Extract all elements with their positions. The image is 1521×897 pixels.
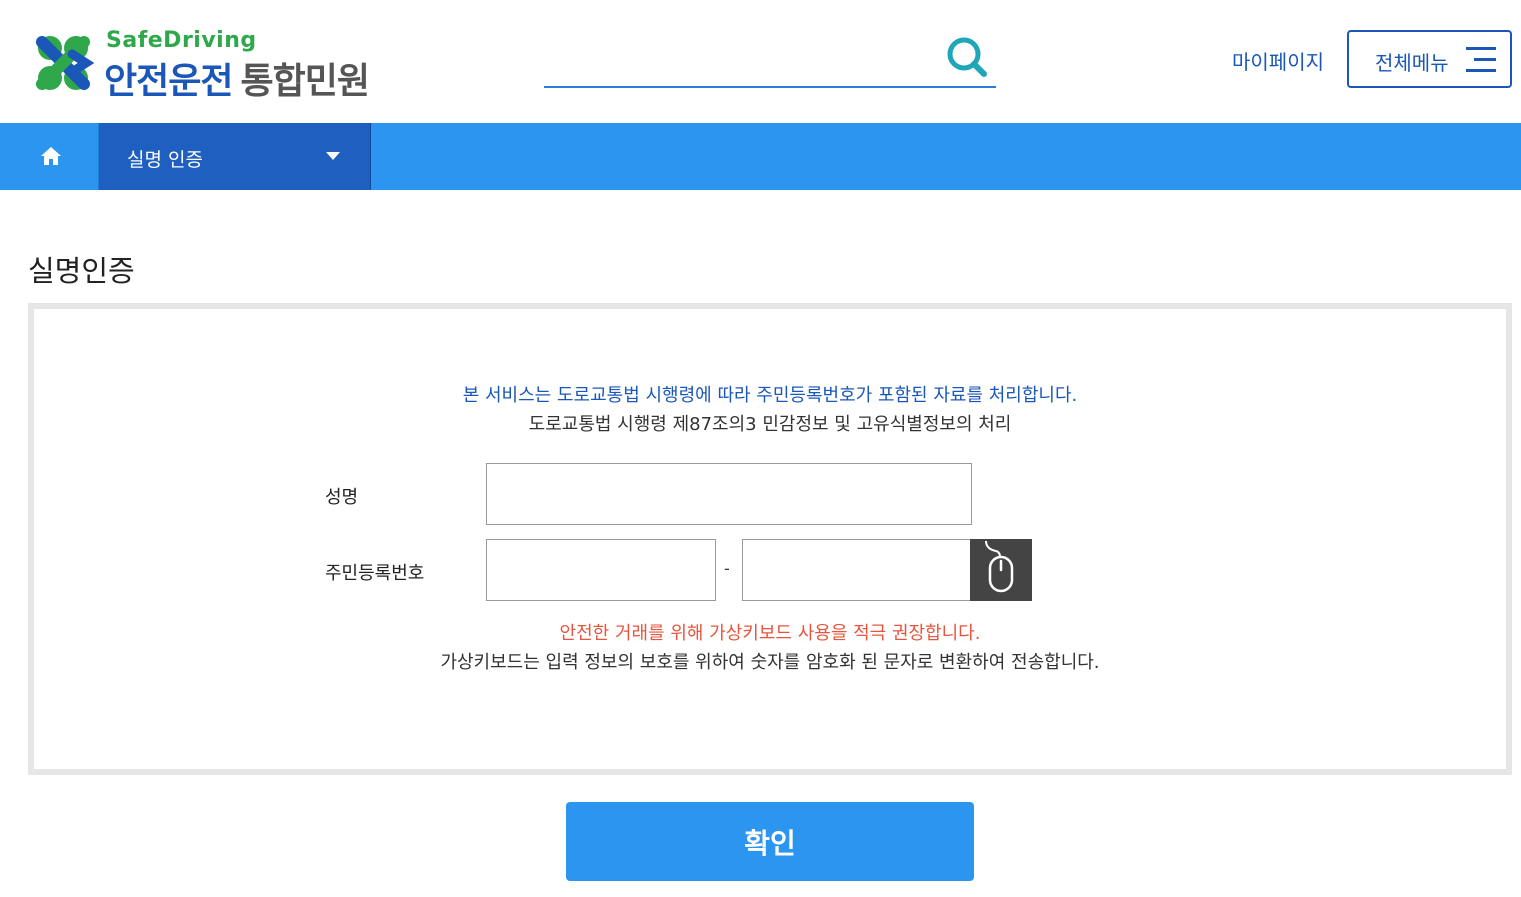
search-icon (947, 37, 987, 77)
virtual-keyboard-warning: 안전한 거래를 위해 가상키보드 사용을 적극 권장합니다. (559, 623, 981, 644)
chevron-down-icon (326, 152, 340, 160)
home-icon (41, 147, 61, 165)
home-button[interactable] (0, 123, 99, 190)
logo-english-text: SafeDriving (106, 28, 257, 53)
search-button[interactable] (944, 34, 990, 80)
rrn-separator: - (724, 559, 730, 578)
site-header: SafeDriving 안전운전 통합민원 마이페이지 전체메뉴 (0, 0, 1521, 123)
rrn-front-input[interactable] (487, 540, 715, 600)
confirm-button[interactable]: 확인 (566, 802, 974, 881)
page-title: 실명인증 (28, 254, 135, 288)
name-label: 성명 (325, 487, 359, 508)
navigation-bar: 실명 인증 (0, 123, 1521, 190)
virtual-keyboard-button[interactable] (970, 539, 1032, 601)
name-field-wrapper (486, 463, 972, 525)
hamburger-icon (1466, 47, 1496, 73)
identity-verification-form: 본 서비스는 도로교통법 시행령에 따라 주민등록번호가 포함된 자료를 처리합… (28, 303, 1512, 775)
virtual-keyboard-info: 가상키보드는 입력 정보의 보호를 위하여 숫자를 암호화 된 문자로 변환하여… (440, 652, 1100, 673)
search-bar (544, 30, 996, 88)
rrn-front-wrapper (486, 539, 716, 601)
breadcrumb-dropdown[interactable]: 실명 인증 (99, 123, 371, 190)
mypage-link[interactable]: 마이페이지 (1232, 46, 1324, 75)
mouse-icon (985, 540, 1014, 593)
all-menu-label: 전체메뉴 (1375, 51, 1449, 75)
all-menu-button[interactable]: 전체메뉴 (1347, 30, 1512, 88)
logo-subtitle: 통합민원 (240, 61, 369, 102)
breadcrumb-label: 실명 인증 (127, 149, 203, 171)
search-input[interactable] (544, 40, 934, 80)
site-logo[interactable]: SafeDriving 안전운전 통합민원 (28, 28, 408, 102)
rrn-back-wrapper (742, 539, 972, 601)
rrn-label: 주민등록번호 (325, 563, 425, 584)
logo-korean-text: 안전운전 통합민원 (104, 52, 370, 104)
logo-mark-icon (36, 36, 95, 90)
logo-title: 안전운전 (104, 61, 233, 102)
legal-notice-primary: 본 서비스는 도로교통법 시행령에 따라 주민등록번호가 포함된 자료를 처리합… (462, 385, 1078, 406)
legal-notice-secondary: 도로교통법 시행령 제87조의3 민감정보 및 고유식별정보의 처리 (528, 414, 1012, 435)
name-input[interactable] (487, 464, 971, 524)
rrn-back-input[interactable] (743, 540, 971, 600)
